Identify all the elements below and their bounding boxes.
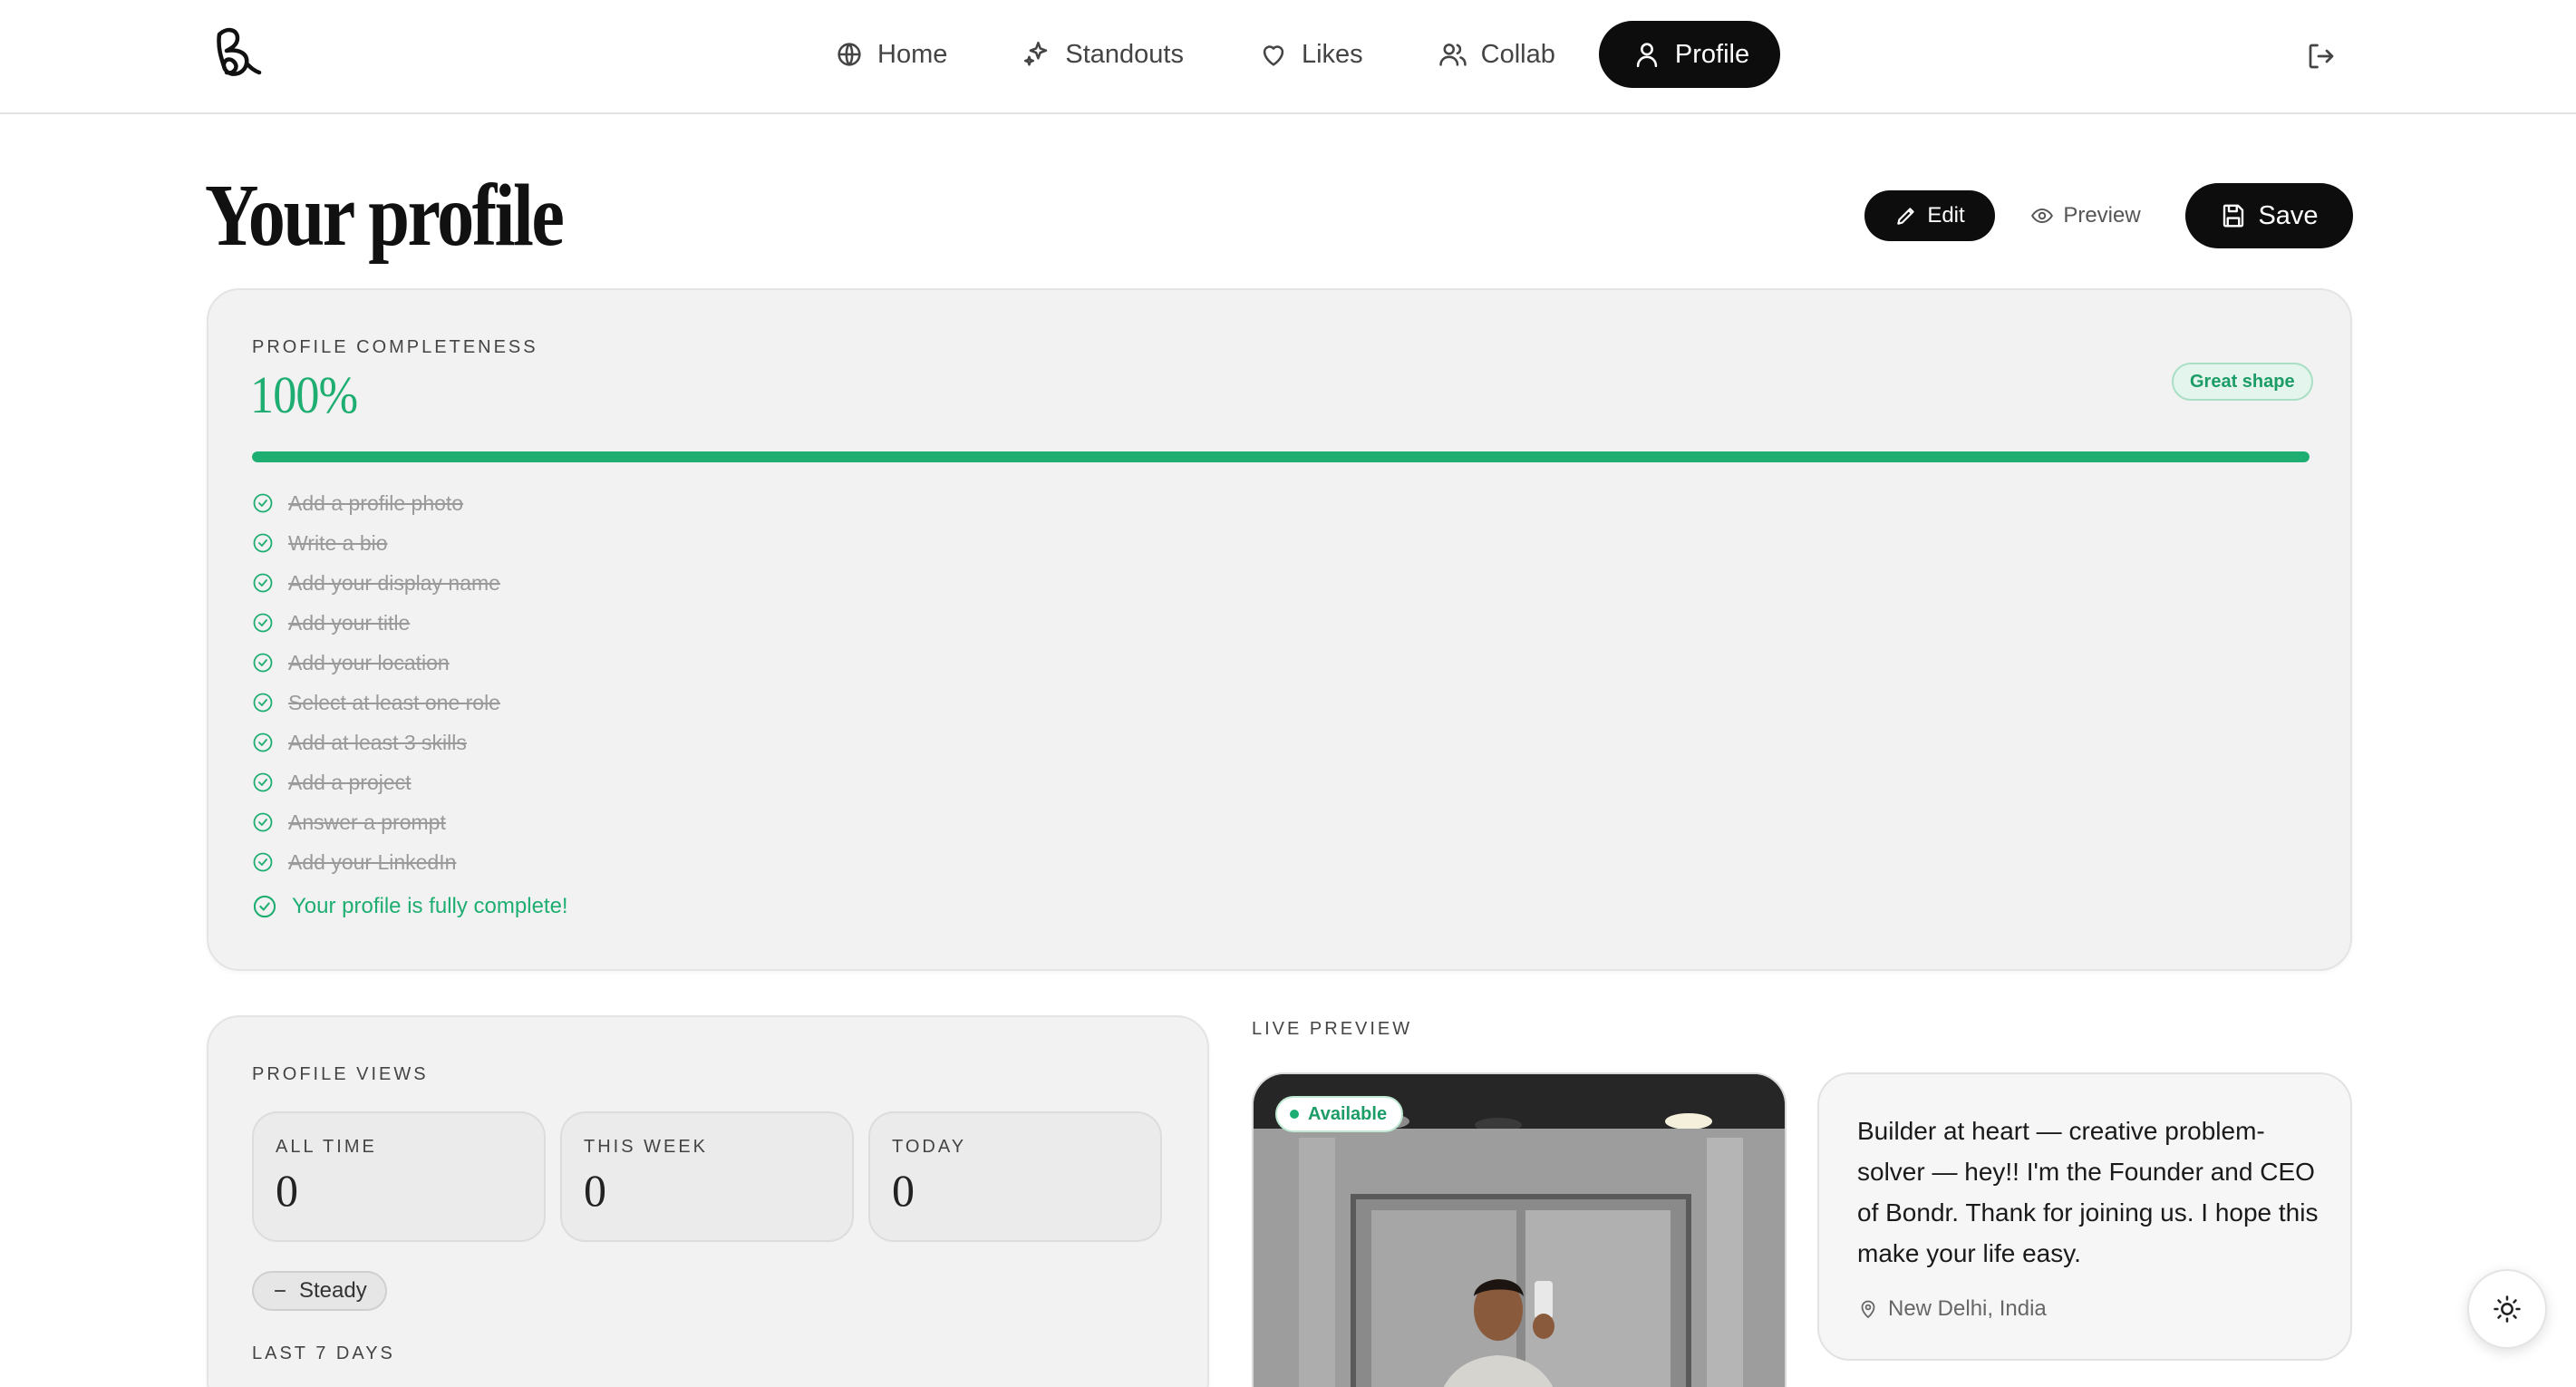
profile-completeness-card: PROFILE COMPLETENESS 100% Great shape Ad…	[207, 288, 2352, 971]
nav-profile-label: Profile	[1674, 39, 1750, 69]
nav-home[interactable]: Home	[803, 21, 978, 88]
stat-value: 0	[892, 1165, 915, 1216]
edit-button-label: Edit	[1927, 203, 1965, 228]
stat-value: 0	[276, 1165, 298, 1216]
brand-logo-icon[interactable]	[207, 22, 272, 87]
minus-icon	[274, 1290, 286, 1292]
checklist-item-label: Answer a prompt	[288, 810, 446, 834]
stat-this-week: THIS WEEK 0	[560, 1111, 854, 1242]
trend-badge: Steady	[252, 1271, 387, 1311]
completeness-progress-bar	[252, 451, 2310, 462]
checklist-item-label: Add a project	[288, 770, 412, 794]
check-circle-icon	[253, 613, 273, 633]
checklist-item-label: Add a profile photo	[288, 490, 464, 515]
nav-standouts-label: Standouts	[1065, 39, 1184, 69]
nav-profile[interactable]: Profile	[1598, 21, 1781, 88]
checklist-item: Add your LinkedIn	[252, 842, 500, 882]
profile-photo-card[interactable]: Available	[1252, 1072, 1787, 1387]
check-circle-icon	[253, 852, 273, 872]
nav-home-label: Home	[877, 39, 948, 69]
completeness-progress-fill	[252, 451, 2310, 462]
preview-button-label: Preview	[2063, 203, 2141, 228]
stat-all-time: ALL TIME 0	[252, 1111, 546, 1242]
checklist-item: Add at least 3 skills	[252, 723, 500, 762]
checklist-item: Add your location	[252, 643, 500, 683]
completion-message-text: Your profile is fully complete!	[292, 894, 568, 918]
checklist-item-label: Select at least one role	[288, 690, 500, 714]
sun-icon	[2494, 1295, 2521, 1323]
last-7-days-heading: LAST 7 DAYS	[252, 1343, 395, 1363]
checklist-item: Add a project	[252, 762, 500, 802]
checklist-item-label: Add your display name	[288, 570, 500, 595]
stat-label: THIS WEEK	[584, 1137, 709, 1157]
completeness-percent: 100%	[250, 365, 358, 424]
logout-icon[interactable]	[2305, 40, 2338, 73]
sparkles-icon	[1024, 41, 1048, 66]
checklist-item: Add your display name	[252, 563, 500, 603]
check-circle-icon	[253, 895, 276, 918]
save-icon	[2223, 204, 2244, 228]
check-circle-icon	[253, 533, 273, 553]
bio-card: Builder at heart — creative problem-solv…	[1817, 1072, 2352, 1361]
check-circle-icon	[253, 732, 273, 752]
bio-text: Builder at heart — creative problem-solv…	[1857, 1117, 2319, 1267]
completeness-checklist: Add a profile photo Write a bio Add your…	[252, 483, 500, 882]
top-navigation-bar: Home Standouts Likes Collab Profile	[0, 0, 2576, 114]
checklist-item-label: Write a bio	[288, 530, 388, 555]
checklist-item: Write a bio	[252, 523, 500, 563]
check-circle-icon	[253, 693, 273, 713]
theme-toggle-button[interactable]	[2467, 1269, 2547, 1349]
check-circle-icon	[253, 812, 273, 832]
user-icon	[1636, 43, 1658, 68]
check-circle-icon	[253, 653, 273, 673]
main-nav: Home Standouts Likes Collab Profile	[803, 21, 1781, 88]
live-preview-heading: LIVE PREVIEW	[1252, 1019, 1413, 1039]
edit-button[interactable]: Edit	[1864, 190, 1995, 241]
checklist-item-label: Add your location	[288, 650, 450, 674]
eye-icon	[2031, 208, 2054, 224]
status-dot	[1290, 1110, 1299, 1119]
checklist-item-label: Add your title	[288, 610, 411, 635]
save-button-label: Save	[2258, 200, 2319, 230]
stat-label: ALL TIME	[276, 1137, 377, 1157]
checklist-item: Add your title	[252, 603, 500, 643]
nav-collab[interactable]: Collab	[1407, 21, 1586, 88]
checklist-item: Add a profile photo	[252, 483, 500, 523]
stat-label: TODAY	[892, 1137, 967, 1157]
availability-badge: Available	[1275, 1096, 1404, 1132]
map-pin-icon	[1861, 1300, 1875, 1319]
checklist-item-label: Add at least 3 skills	[288, 730, 467, 754]
check-circle-icon	[253, 573, 273, 593]
heart-icon	[1263, 45, 1284, 66]
trend-label: Steady	[299, 1278, 367, 1303]
pencil-icon	[1897, 208, 1914, 225]
stat-value: 0	[584, 1165, 606, 1216]
nav-likes[interactable]: Likes	[1227, 21, 1394, 88]
profile-views-card: PROFILE VIEWS ALL TIME 0 THIS WEEK 0 TOD…	[207, 1015, 1209, 1387]
home-icon	[838, 43, 861, 66]
checklist-item: Answer a prompt	[252, 802, 500, 842]
checklist-item: Select at least one role	[252, 683, 500, 723]
checklist-item-label: Add your LinkedIn	[288, 849, 457, 874]
availability-label: Available	[1308, 1103, 1388, 1124]
page-title: Your profile	[205, 167, 565, 265]
completion-message: Your profile is fully complete!	[252, 894, 568, 919]
save-button[interactable]: Save	[2185, 183, 2353, 248]
nav-standouts[interactable]: Standouts	[991, 21, 1215, 88]
check-circle-icon	[253, 772, 273, 792]
location: New Delhi, India	[1857, 1296, 2047, 1322]
profile-views-heading: PROFILE VIEWS	[252, 1064, 429, 1084]
stat-today: TODAY 0	[868, 1111, 1162, 1242]
preview-button[interactable]: Preview	[2018, 190, 2154, 241]
check-circle-icon	[253, 493, 273, 513]
nav-collab-label: Collab	[1480, 39, 1555, 69]
location-text: New Delhi, India	[1888, 1296, 2047, 1321]
completeness-heading: PROFILE COMPLETENESS	[252, 337, 538, 357]
nav-likes-label: Likes	[1301, 39, 1363, 69]
users-icon	[1438, 44, 1467, 66]
status-badge: Great shape	[2172, 363, 2313, 401]
